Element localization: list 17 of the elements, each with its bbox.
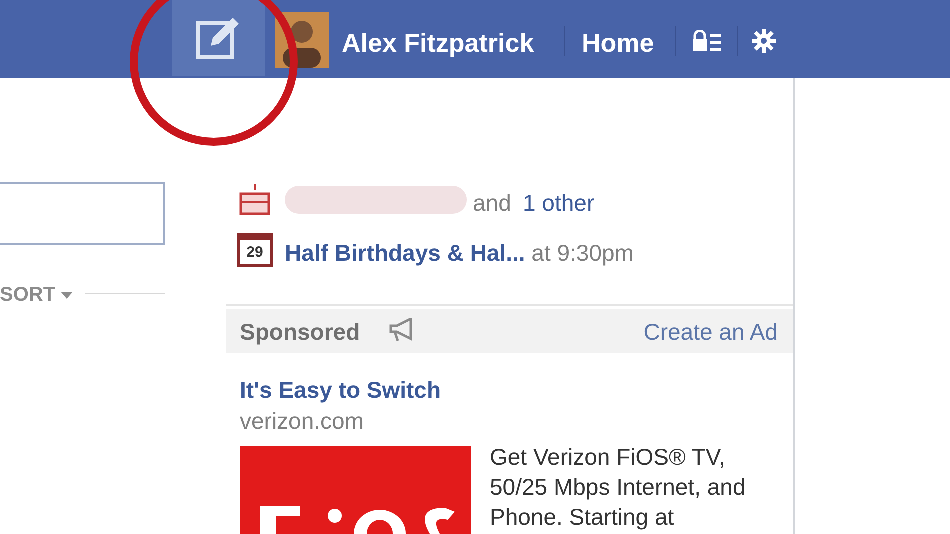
- calendar-icon: 29: [237, 233, 273, 267]
- create-ad-link[interactable]: Create an Ad: [644, 315, 778, 350]
- privacy-icon[interactable]: [692, 30, 722, 52]
- caret-icon: [61, 292, 74, 300]
- ad-headline-link[interactable]: It's Easy to Switch: [240, 373, 442, 408]
- birthday-cake-icon: [238, 184, 272, 216]
- user-name-link[interactable]: Alex Fitzpatrick: [342, 24, 534, 63]
- event-line: Half Birthdays & Hal... at 9:30pm: [285, 239, 634, 268]
- birthday-connector: and: [473, 189, 512, 218]
- sponsored-title: Sponsored: [240, 318, 360, 347]
- home-link[interactable]: Home: [582, 24, 654, 63]
- search-field[interactable]: [0, 182, 165, 245]
- others-link[interactable]: 1 other: [523, 186, 595, 220]
- ad-body-text: Get Verizon FiOS® TV, 50/25 Mbps Internet, and Phone. Starting at: [490, 443, 747, 532]
- sort-dropdown[interactable]: SORT: [0, 280, 74, 310]
- ad-domain: verizon.com: [240, 407, 364, 436]
- compose-button[interactable]: [172, 0, 265, 76]
